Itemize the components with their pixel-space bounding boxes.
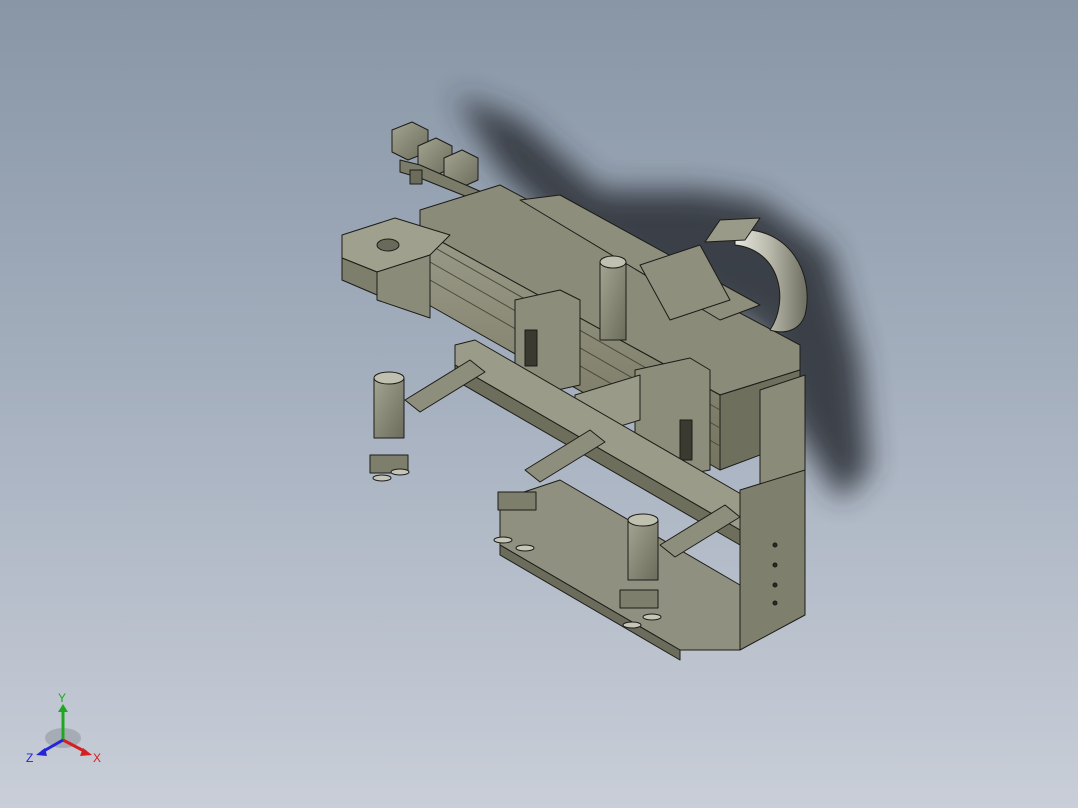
vertical-cylinder — [599, 255, 627, 341]
coordinate-triad: Y X Z — [26, 691, 101, 765]
z-axis-label: Z — [26, 751, 33, 765]
x-axis-label: X — [93, 751, 101, 765]
y-axis-label: Y — [58, 691, 66, 705]
support-arm-left — [369, 359, 486, 482]
cad-graphics-viewport[interactable]: Y X Z — [0, 0, 1078, 808]
cad-model-assembly[interactable] — [0, 0, 1078, 808]
